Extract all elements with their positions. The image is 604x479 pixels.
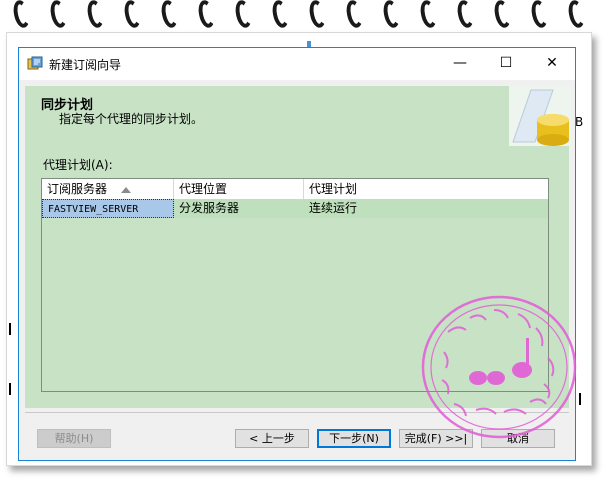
spiral-ring <box>48 0 69 30</box>
seal-watermark <box>421 295 577 439</box>
spiral-ring <box>11 0 32 30</box>
sort-ascending-icon <box>120 186 131 193</box>
page-subtitle: 指定每个代理的同步计划。 <box>59 112 204 126</box>
grid-header: 订阅服务器 代理位置 代理计划 <box>42 179 548 200</box>
minimize-icon: — <box>453 55 467 71</box>
spiral-ring <box>455 0 476 30</box>
cell-agent-location[interactable]: 分发服务器 <box>174 199 304 218</box>
close-icon: ✕ <box>546 55 558 71</box>
column-header-label: 代理计划 <box>309 182 358 196</box>
title-bar[interactable]: 新建订阅向导 — ☐ ✕ <box>19 48 575 80</box>
maximize-button[interactable]: ☐ <box>483 48 529 78</box>
spiral-ring <box>196 0 217 30</box>
minimize-button[interactable]: — <box>437 48 483 78</box>
back-button[interactable]: < 上一步 <box>235 429 309 448</box>
column-header-agent-location[interactable]: 代理位置 <box>174 179 304 199</box>
column-header-label: 代理位置 <box>179 182 228 196</box>
agent-schedule-label: 代理计划(A): <box>43 158 113 172</box>
wizard-header: 同步计划 指定每个代理的同步计划。 <box>25 86 571 147</box>
help-button[interactable]: 帮助(H) <box>37 429 111 448</box>
cell-agent-schedule[interactable]: 连续运行 <box>304 199 548 218</box>
database-icon <box>509 86 571 146</box>
background-window-text: B <box>575 115 584 129</box>
close-button[interactable]: ✕ <box>529 48 575 78</box>
spiral-ring <box>270 0 291 30</box>
spiral-ring <box>233 0 254 30</box>
spiral-ring <box>418 0 439 30</box>
spiral-ring <box>529 0 550 30</box>
spiral-ring <box>85 0 106 30</box>
spiral-ring <box>122 0 143 30</box>
window-title: 新建订阅向导 <box>49 58 122 72</box>
maximize-icon: ☐ <box>499 55 513 71</box>
spiral-ring <box>307 0 328 30</box>
background-window-edge <box>9 323 11 335</box>
spiral-binding <box>0 0 604 36</box>
column-header-agent-schedule[interactable]: 代理计划 <box>304 179 548 199</box>
column-header-subscriber[interactable]: 订阅服务器 <box>42 179 174 199</box>
app-icon <box>27 56 43 70</box>
spiral-ring <box>344 0 365 30</box>
spiral-ring <box>159 0 180 30</box>
column-header-label: 订阅服务器 <box>47 182 108 196</box>
spiral-ring <box>566 0 587 30</box>
cell-subscriber[interactable]: FASTVIEW_SERVER <box>42 199 174 218</box>
next-button[interactable]: 下一步(N) <box>317 429 391 448</box>
table-row[interactable]: FASTVIEW_SERVER 分发服务器 连续运行 <box>42 199 548 218</box>
spiral-ring <box>381 0 402 30</box>
spiral-ring <box>492 0 513 30</box>
background-window-edge <box>9 383 11 395</box>
